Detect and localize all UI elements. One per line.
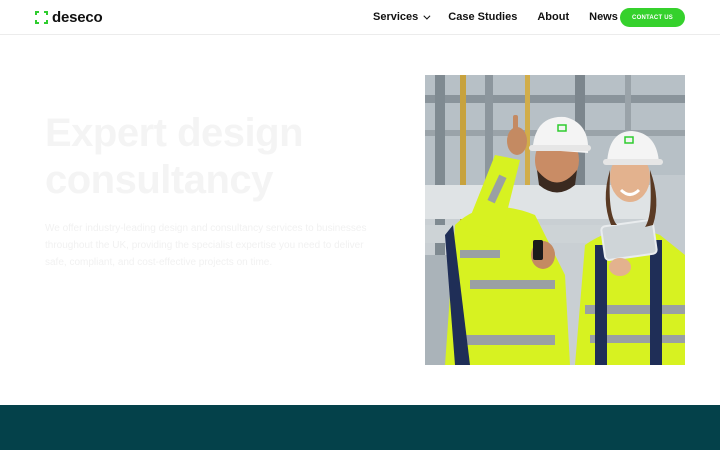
nav-item-label: News [589, 11, 618, 23]
site-header: deseco Services Case Studies About News … [0, 0, 720, 35]
teal-section-band [0, 405, 720, 450]
nav-item-label: Case Studies [448, 11, 518, 23]
hero-photo [425, 75, 685, 365]
hero-title: Expert design consultancy [45, 111, 304, 202]
logo-text: deseco [52, 8, 103, 26]
nav-item-label: About [537, 11, 570, 23]
chevron-down-icon [423, 12, 431, 20]
nav-item-label: Services [373, 11, 419, 23]
nav-item-case-studies[interactable]: Case Studies [448, 11, 517, 23]
logo[interactable]: deseco [35, 8, 103, 26]
logo-mark-icon [35, 10, 48, 24]
nav-item-news[interactable]: News [589, 11, 618, 23]
nav-item-services[interactable]: Services [373, 11, 431, 23]
contact-us-button[interactable]: CONTACT US [620, 8, 685, 27]
nav-item-about[interactable]: About [537, 11, 569, 23]
main-nav: Services Case Studies About News [373, 11, 638, 23]
hero-description: We offer industry-leading design and con… [45, 223, 367, 268]
